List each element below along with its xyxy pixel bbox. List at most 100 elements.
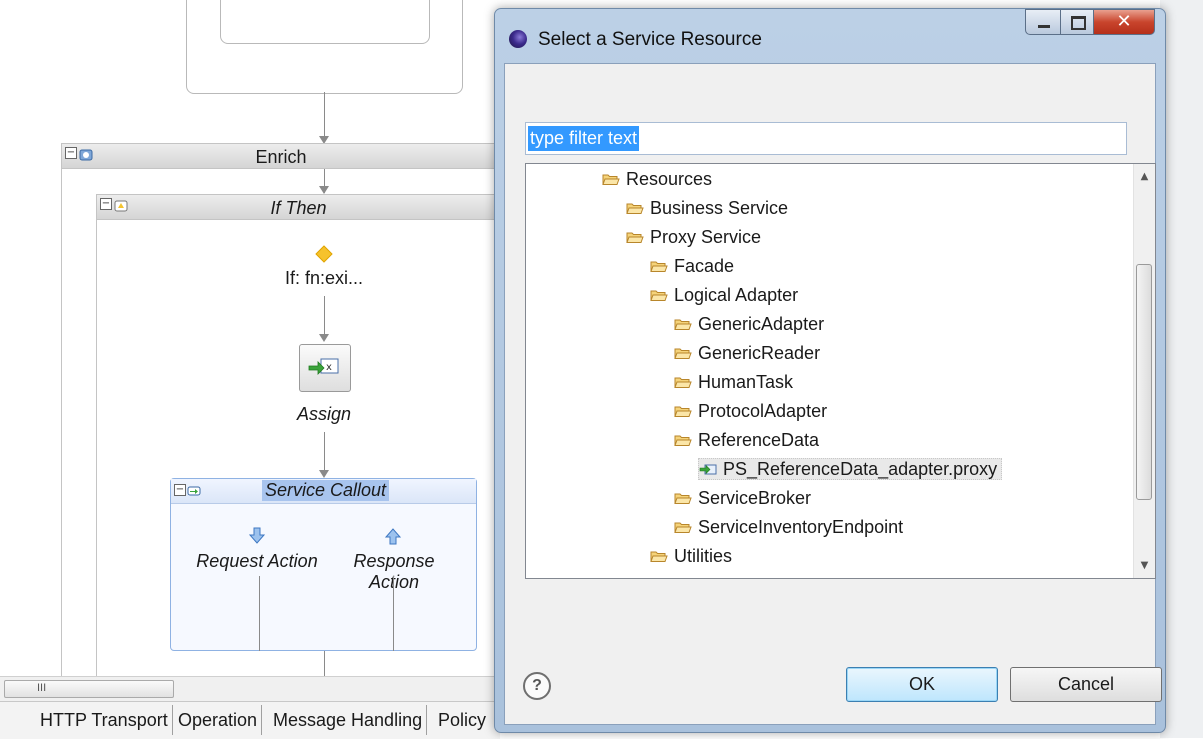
tree-item-label: ReferenceData bbox=[698, 430, 820, 450]
if-then-title: If Then bbox=[270, 198, 327, 218]
connector-arrow bbox=[319, 470, 329, 478]
collapse-toggle[interactable]: − bbox=[174, 484, 186, 496]
filter-input-text: type filter text bbox=[528, 126, 640, 151]
tree-item-content: ProtocolAdapter bbox=[674, 401, 827, 421]
tree-item-label: HumanTask bbox=[698, 372, 794, 392]
editor-horizontal-scrollbar[interactable]: III bbox=[0, 676, 500, 701]
tree-item-folder[interactable]: Resources bbox=[602, 165, 712, 193]
dialog-titlebar[interactable]: Select a Service Resource ✕ bbox=[495, 9, 1165, 61]
enrich-stage-header[interactable]: − Enrich bbox=[61, 143, 501, 169]
tab-message-handling[interactable]: Message Handling bbox=[269, 705, 428, 735]
tree-item-folder[interactable]: Logical Adapter bbox=[650, 281, 798, 309]
proxy-service-icon bbox=[699, 464, 717, 475]
request-action-label[interactable]: Request Action bbox=[195, 551, 319, 572]
maximize-button[interactable] bbox=[1060, 9, 1094, 35]
tree-item-proxy-file[interactable]: PS_ReferenceData_adapter.proxy bbox=[698, 455, 1003, 483]
tree-item-label: Logical Adapter bbox=[674, 285, 799, 305]
response-arrow-icon bbox=[385, 528, 401, 545]
tree-item-label: ServiceBroker bbox=[698, 488, 812, 508]
folder-open-icon bbox=[626, 232, 644, 243]
minimize-button[interactable] bbox=[1025, 9, 1061, 35]
enrich-stage-title: Enrich bbox=[255, 147, 307, 167]
tree-item-label: ServiceInventoryEndpoint bbox=[698, 517, 904, 537]
tree-item-content: Business Service bbox=[626, 198, 788, 218]
tree-item-label: ProtocolAdapter bbox=[698, 401, 828, 421]
scroll-up-arrow-icon[interactable]: ▲ bbox=[1134, 166, 1155, 187]
tree-item-folder[interactable]: Proxy Service bbox=[626, 223, 761, 251]
tree-item-content: Resources bbox=[602, 169, 712, 189]
request-branch-line bbox=[259, 576, 260, 651]
scrollbar-thumb[interactable]: III bbox=[4, 680, 174, 698]
condition-diamond-icon[interactable] bbox=[314, 244, 334, 264]
tree-item-folder[interactable]: Facade bbox=[650, 252, 734, 280]
tree-item-folder[interactable]: ServiceBroker bbox=[674, 484, 811, 512]
tree-item-label: Business Service bbox=[650, 198, 789, 218]
tree-item-content: Facade bbox=[650, 256, 734, 276]
scrollbar-grip: III bbox=[37, 682, 47, 694]
dialog-client-area: type filter text ▲ ▼ Resources Business S… bbox=[504, 63, 1162, 725]
tree-item-folder[interactable]: HumanTask bbox=[674, 368, 793, 396]
folder-open-icon bbox=[650, 261, 668, 272]
request-arrow-icon bbox=[249, 527, 265, 544]
tree-item-content: HumanTask bbox=[674, 372, 793, 392]
tree-item-content: ReferenceData bbox=[674, 430, 819, 450]
service-callout-title: Service Callout bbox=[262, 480, 390, 501]
condition-label[interactable]: If: fn:exi... bbox=[254, 268, 394, 289]
tree-item-folder[interactable]: GenericAdapter bbox=[674, 310, 824, 338]
tree-item-folder[interactable]: ServiceInventoryEndpoint bbox=[674, 513, 903, 541]
tree-item-label: Proxy Service bbox=[650, 227, 762, 247]
connector-arrow bbox=[319, 186, 329, 194]
help-icon[interactable]: ? bbox=[523, 672, 551, 700]
folder-open-icon bbox=[602, 174, 620, 185]
tree-item-folder[interactable]: ProtocolAdapter bbox=[674, 397, 827, 425]
tree-item-content: GenericAdapter bbox=[674, 314, 824, 334]
assign-node-icon[interactable]: x bbox=[299, 344, 351, 392]
folder-open-icon bbox=[674, 493, 692, 504]
folder-open-icon bbox=[674, 406, 692, 417]
tree-item-label: PS_ReferenceData_adapter.proxy bbox=[723, 459, 998, 479]
folder-open-icon bbox=[626, 203, 644, 214]
tab-policy[interactable]: Policy bbox=[434, 705, 490, 735]
response-action-label[interactable]: Response Action bbox=[327, 551, 461, 593]
folder-open-icon bbox=[674, 435, 692, 446]
dialog-title: Select a Service Resource bbox=[538, 29, 762, 50]
tree-item-folder[interactable]: GenericReader bbox=[674, 339, 820, 367]
minimize-icon bbox=[1038, 25, 1050, 28]
scrollbar-thumb[interactable] bbox=[1136, 264, 1152, 500]
tree-item-label: GenericAdapter bbox=[698, 314, 825, 334]
response-branch-line bbox=[393, 576, 394, 651]
tree-vertical-scrollbar[interactable]: ▲ ▼ bbox=[1133, 164, 1155, 578]
flow-editor-canvas: − Enrich − If Then If: fn:exi... x Assig… bbox=[0, 0, 501, 703]
tree-item-content: ServiceBroker bbox=[674, 488, 811, 508]
tab-http-transport[interactable]: HTTP Transport bbox=[36, 705, 173, 735]
background-right-panel bbox=[1160, 0, 1203, 738]
folder-open-icon bbox=[650, 290, 668, 301]
service-callout-node[interactable]: − Service Callout Request Action Respons… bbox=[170, 478, 477, 651]
tree-item-content: ServiceInventoryEndpoint bbox=[674, 517, 903, 537]
folder-open-icon bbox=[650, 551, 668, 562]
folder-open-icon bbox=[674, 522, 692, 533]
tree-item-label: Facade bbox=[674, 256, 735, 276]
folder-open-icon bbox=[674, 319, 692, 330]
tree-item-content: GenericReader bbox=[674, 343, 820, 363]
service-callout-icon bbox=[187, 486, 201, 496]
close-icon: ✕ bbox=[1116, 11, 1132, 32]
tree-item-folder[interactable]: Utilities bbox=[650, 542, 732, 570]
if-then-header[interactable]: − If Then bbox=[96, 194, 501, 220]
ok-button[interactable]: OK bbox=[846, 667, 998, 702]
resource-tree[interactable]: ▲ ▼ Resources Business Service Proxy Servi… bbox=[525, 163, 1156, 579]
folder-open-icon bbox=[674, 377, 692, 388]
folder-open-icon bbox=[674, 348, 692, 359]
maximize-icon bbox=[1071, 16, 1086, 30]
cancel-button[interactable]: Cancel bbox=[1010, 667, 1162, 702]
filter-input[interactable]: type filter text bbox=[525, 122, 1127, 155]
close-button[interactable]: ✕ bbox=[1093, 9, 1155, 35]
tab-operation[interactable]: Operation bbox=[174, 705, 263, 735]
svg-text:x: x bbox=[326, 362, 332, 373]
connector-arrow bbox=[319, 334, 329, 342]
tree-item-content: Proxy Service bbox=[626, 227, 761, 247]
tree-item-folder[interactable]: ReferenceData bbox=[674, 426, 819, 454]
tree-item-folder[interactable]: Business Service bbox=[626, 194, 788, 222]
scroll-down-arrow-icon[interactable]: ▼ bbox=[1134, 555, 1155, 576]
select-service-resource-dialog: Select a Service Resource ✕ type filter … bbox=[494, 8, 1166, 733]
